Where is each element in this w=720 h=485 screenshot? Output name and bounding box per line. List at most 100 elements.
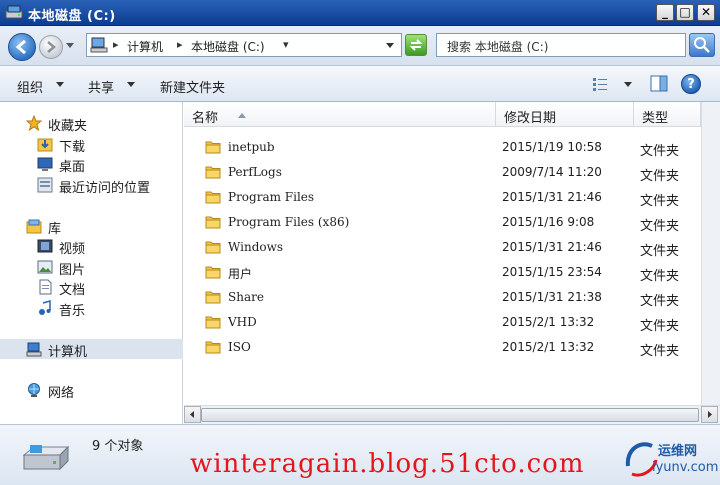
nav-documents-label: 文档	[59, 283, 86, 298]
folder-icon	[205, 266, 221, 279]
library-icon	[26, 219, 42, 234]
vertical-scrollbar[interactable]	[701, 102, 720, 405]
breadcrumb-computer[interactable]: 计算机	[127, 38, 163, 55]
file-list: 名称 修改日期 类型 inetpub 2015/1/19 10:58 文件夹 Perf…	[184, 102, 720, 424]
folder-icon	[205, 141, 221, 154]
file-row[interactable]: ISO 2015/2/1 13:32 文件夹	[184, 335, 702, 360]
column-header-type[interactable]: 类型	[634, 102, 701, 127]
desktop-icon	[37, 157, 53, 171]
file-row[interactable]: Program Files (x86) 2015/1/16 9:08 文件夹	[184, 210, 702, 235]
computer-icon	[90, 37, 108, 53]
refresh-button[interactable]	[405, 34, 427, 56]
nav-desktop-label: 桌面	[59, 160, 86, 175]
breadcrumb-separator-icon[interactable]: ▾	[283, 38, 289, 51]
address-field[interactable]: ▸ 计算机 ▸ 本地磁盘 (C:) ▾	[86, 33, 402, 57]
nav-pictures[interactable]: 图片	[0, 257, 183, 278]
column-header-date[interactable]: 修改日期	[496, 102, 634, 127]
computer-icon	[26, 342, 42, 357]
nav-libraries-label: 库	[48, 222, 62, 237]
file-row[interactable]: Windows 2015/1/31 21:46 文件夹	[184, 235, 702, 260]
nav-network[interactable]: 网络	[0, 380, 183, 401]
nav-favorites[interactable]: 收藏夹	[0, 113, 183, 134]
nav-pictures-label: 图片	[59, 263, 86, 278]
maximize-button[interactable]: □	[676, 4, 694, 21]
file-date: 2015/1/15 23:54	[502, 265, 602, 279]
chevron-left-icon	[190, 411, 194, 418]
column-header-name[interactable]: 名称	[184, 102, 496, 127]
minimize-button[interactable]: _	[656, 4, 674, 21]
file-date: 2015/2/1 13:32	[502, 340, 595, 354]
nav-music[interactable]: 音乐	[0, 298, 183, 319]
nav-downloads[interactable]: 下载	[0, 134, 183, 155]
breadcrumb-separator-icon[interactable]: ▸	[177, 38, 183, 51]
arrow-right-icon	[47, 41, 56, 53]
breadcrumb-local-disk[interactable]: 本地磁盘 (C:)	[191, 38, 265, 55]
recent-places-icon	[37, 177, 53, 193]
file-row[interactable]: VHD 2015/2/1 13:32 文件夹	[184, 310, 702, 335]
file-type: 文件夹	[640, 294, 680, 309]
folder-icon	[205, 166, 221, 179]
file-date: 2015/1/31 21:46	[502, 240, 602, 254]
back-button[interactable]	[8, 33, 36, 61]
scroll-right-button[interactable]	[701, 406, 718, 423]
nav-computer-label: 计算机	[48, 345, 88, 360]
preview-pane-icon[interactable]	[650, 75, 668, 92]
file-name: Windows	[228, 240, 284, 254]
picture-icon	[37, 260, 53, 274]
horizontal-scrollbar[interactable]	[184, 405, 720, 424]
scroll-left-button[interactable]	[184, 406, 201, 423]
share-button[interactable]: 共享	[88, 77, 114, 96]
hard-drive-icon	[22, 445, 70, 471]
chevron-right-icon	[708, 411, 712, 418]
chevron-down-icon[interactable]	[127, 82, 135, 87]
chevron-down-icon[interactable]	[624, 82, 632, 87]
nav-videos[interactable]: 视频	[0, 236, 183, 257]
file-name: VHD	[228, 315, 257, 329]
file-date: 2015/1/19 10:58	[502, 140, 602, 154]
recent-pages-dropdown[interactable]	[66, 43, 74, 48]
organize-button[interactable]: 组织	[17, 77, 43, 96]
file-type: 文件夹	[640, 244, 680, 259]
forward-button[interactable]	[39, 35, 63, 59]
star-icon	[26, 115, 42, 131]
download-folder-icon	[37, 138, 53, 152]
network-icon	[28, 383, 40, 397]
file-row[interactable]: 用户 2015/1/15 23:54 文件夹	[184, 260, 702, 285]
help-icon[interactable]: ?	[681, 74, 701, 94]
chevron-down-icon[interactable]	[56, 82, 64, 87]
address-history-dropdown[interactable]	[386, 43, 394, 48]
search-input[interactable]: 搜索 本地磁盘 (C:)	[436, 33, 686, 57]
file-row[interactable]: Program Files 2015/1/31 21:46 文件夹	[184, 185, 702, 210]
title-bar[interactable]: 本地磁盘 (C:) _ □ ✕	[0, 0, 720, 26]
nav-computer[interactable]: 计算机	[0, 339, 183, 360]
search-button[interactable]	[689, 33, 715, 57]
logo-text-url: iyunv.com	[652, 460, 719, 475]
close-button[interactable]: ✕	[697, 4, 715, 21]
file-row[interactable]: inetpub 2015/1/19 10:58 文件夹	[184, 135, 702, 160]
nav-libraries[interactable]: 库	[0, 216, 183, 237]
new-folder-button[interactable]: 新建文件夹	[160, 77, 225, 96]
file-row[interactable]: Share 2015/1/31 21:38 文件夹	[184, 285, 702, 310]
breadcrumb-separator-icon[interactable]: ▸	[113, 38, 119, 51]
file-date: 2015/1/16 9:08	[502, 215, 595, 229]
nav-recent-places[interactable]: 最近访问的位置	[0, 175, 183, 196]
scroll-thumb[interactable]	[201, 408, 699, 422]
folder-icon	[205, 216, 221, 229]
file-row[interactable]: PerfLogs 2009/7/14 11:20 文件夹	[184, 160, 702, 185]
nav-documents[interactable]: 文档	[0, 277, 183, 298]
column-type-label: 类型	[642, 111, 669, 126]
music-icon	[39, 300, 51, 315]
nav-videos-label: 视频	[59, 242, 86, 257]
file-name: ISO	[228, 340, 251, 354]
folder-icon	[205, 341, 221, 354]
file-name: inetpub	[228, 140, 275, 154]
file-type: 文件夹	[640, 319, 680, 334]
address-bar-row: ▸ 计算机 ▸ 本地磁盘 (C:) ▾ 搜索 本地磁盘 (C:)	[0, 26, 720, 66]
nav-network-label: 网络	[48, 386, 75, 401]
view-options-icon[interactable]	[592, 76, 608, 92]
nav-desktop[interactable]: 桌面	[0, 154, 183, 175]
item-count: 9 个对象	[92, 439, 144, 454]
file-date: 2015/2/1 13:32	[502, 315, 595, 329]
sort-ascending-icon	[238, 113, 246, 118]
file-name: Program Files	[228, 190, 315, 204]
